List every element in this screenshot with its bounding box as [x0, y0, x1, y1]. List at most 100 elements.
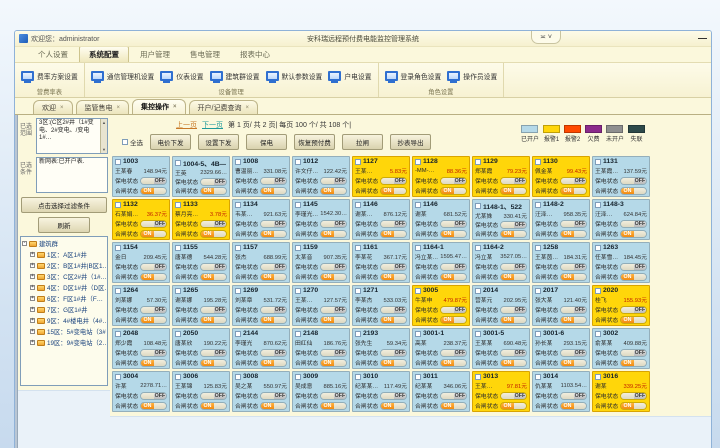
- switch-off-segment[interactable]: [214, 360, 227, 366]
- switch-off-segment[interactable]: [154, 317, 167, 323]
- tab-开户/记费查询[interactable]: 开户/记费查询×: [189, 100, 258, 114]
- room-card[interactable]: 3009 吴成意 885.16元 保电状态 OFF 合闸状态 ON: [292, 371, 350, 412]
- room-card[interactable]: 1127 王某… 5.83元 保电状态 OFF 合闸状态 ON: [352, 156, 410, 197]
- ribbon-button[interactable]: 登录角色设置: [385, 71, 442, 81]
- guarantee-off-segment[interactable]: OFF: [634, 264, 647, 270]
- guarantee-off-segment[interactable]: OFF: [574, 178, 587, 184]
- switch-off-segment[interactable]: [214, 403, 227, 409]
- guarantee-off-segment[interactable]: OFF: [214, 350, 227, 356]
- guarantee-on-segment[interactable]: [201, 393, 214, 399]
- next-page-link[interactable]: 下一页: [202, 120, 223, 130]
- switch-state-toggle[interactable]: ON: [320, 230, 347, 238]
- switch-on-segment[interactable]: ON: [201, 360, 214, 366]
- room-card[interactable]: 1012 许文仔… 122.42元 保电状态 OFF 合闸状态 ON: [292, 156, 350, 197]
- room-card[interactable]: 2050 唐某欣 190.22元 保电状态 OFF 合闸状态 ON: [172, 328, 230, 369]
- switch-state-toggle[interactable]: ON: [200, 187, 227, 195]
- card-checkbox[interactable]: [475, 288, 481, 294]
- switch-on-segment[interactable]: ON: [201, 274, 214, 280]
- switch-off-segment[interactable]: [514, 274, 527, 280]
- guarantee-on-segment[interactable]: [501, 350, 514, 356]
- guarantee-off-segment[interactable]: OFF: [574, 350, 587, 356]
- guarantee-on-segment[interactable]: [441, 221, 454, 227]
- switch-off-segment[interactable]: [154, 360, 167, 366]
- switch-off-segment[interactable]: [634, 188, 647, 194]
- power-guarantee-toggle[interactable]: OFF: [260, 306, 287, 314]
- switch-state-toggle[interactable]: ON: [560, 230, 587, 238]
- collapse-ribbon-icon[interactable]: ≍ ˅: [540, 33, 552, 41]
- guarantee-off-segment[interactable]: OFF: [334, 393, 347, 399]
- guarantee-off-segment[interactable]: OFF: [274, 264, 287, 270]
- power-guarantee-toggle[interactable]: OFF: [440, 349, 467, 357]
- guarantee-on-segment[interactable]: [201, 221, 214, 227]
- guarantee-on-segment[interactable]: [621, 393, 634, 399]
- switch-on-segment[interactable]: ON: [261, 231, 274, 237]
- room-card[interactable]: 1154 金日 209.45元 保电状态 OFF 合闸状态 ON: [112, 242, 170, 283]
- switch-on-segment[interactable]: ON: [381, 317, 394, 323]
- tab-欢迎[interactable]: 欢迎×: [33, 100, 73, 114]
- power-guarantee-toggle[interactable]: OFF: [140, 392, 167, 400]
- guarantee-on-segment[interactable]: [321, 264, 334, 270]
- menu-item-1[interactable]: 个人设置: [29, 47, 77, 62]
- switch-on-segment[interactable]: ON: [141, 231, 154, 237]
- room-card[interactable]: 2144 李瑾光 870.62元 保电状态 OFF 合闸状态 ON: [232, 328, 290, 369]
- card-checkbox[interactable]: [175, 374, 181, 380]
- tree-collapse-icon[interactable]: -: [22, 241, 27, 246]
- card-checkbox[interactable]: [295, 374, 301, 380]
- card-checkbox[interactable]: [295, 202, 301, 208]
- switch-on-segment[interactable]: ON: [261, 403, 274, 409]
- ribbon-collapse-control[interactable]: ≍ ˅: [531, 31, 561, 44]
- guarantee-on-segment[interactable]: [621, 307, 634, 313]
- switch-on-segment[interactable]: ON: [621, 274, 634, 280]
- room-card[interactable]: 1004-5、4B— 王英 2329.66… 保电状态 OFF 合闸状态 ON: [172, 156, 230, 197]
- switch-off-segment[interactable]: [154, 403, 167, 409]
- power-guarantee-toggle[interactable]: OFF: [440, 392, 467, 400]
- power-guarantee-toggle[interactable]: OFF: [200, 178, 227, 186]
- power-guarantee-toggle[interactable]: OFF: [620, 306, 647, 314]
- switch-on-segment[interactable]: ON: [141, 274, 154, 280]
- guarantee-off-segment[interactable]: OFF: [394, 264, 407, 270]
- switch-on-segment[interactable]: ON: [201, 317, 214, 323]
- power-guarantee-toggle[interactable]: OFF: [320, 220, 347, 228]
- guarantee-off-segment[interactable]: OFF: [274, 307, 287, 313]
- switch-on-segment[interactable]: ON: [621, 317, 634, 323]
- tree-item[interactable]: +3区：C区2#井（1#…: [22, 272, 106, 281]
- guarantee-off-segment[interactable]: OFF: [274, 178, 287, 184]
- power-guarantee-toggle[interactable]: OFF: [620, 392, 647, 400]
- switch-on-segment[interactable]: ON: [381, 231, 394, 237]
- switch-state-toggle[interactable]: ON: [140, 316, 167, 324]
- switch-state-toggle[interactable]: ON: [200, 402, 227, 410]
- switch-off-segment[interactable]: [334, 360, 347, 366]
- card-checkbox[interactable]: [595, 159, 601, 165]
- guarantee-on-segment[interactable]: [261, 264, 274, 270]
- switch-off-segment[interactable]: [454, 403, 467, 409]
- room-card[interactable]: 3005 牛某申 479.87元 保电状态 OFF 合闸状态 ON: [412, 285, 470, 326]
- switch-off-segment[interactable]: [214, 317, 227, 323]
- switch-off-segment[interactable]: [574, 188, 587, 194]
- switch-off-segment[interactable]: [154, 274, 167, 280]
- action-button[interactable]: 设置下发: [198, 134, 239, 150]
- switch-on-segment[interactable]: ON: [561, 188, 574, 194]
- switch-off-segment[interactable]: [634, 360, 647, 366]
- switch-on-segment[interactable]: ON: [321, 360, 334, 366]
- power-guarantee-toggle[interactable]: OFF: [200, 263, 227, 271]
- guarantee-off-segment[interactable]: OFF: [514, 307, 527, 313]
- prev-page-link[interactable]: 上一页: [176, 120, 197, 130]
- guarantee-off-segment[interactable]: OFF: [394, 307, 407, 313]
- switch-off-segment[interactable]: [274, 188, 287, 194]
- action-button[interactable]: 电价下发: [150, 134, 191, 150]
- guarantee-on-segment[interactable]: [141, 307, 154, 313]
- tree-root[interactable]: -建筑群: [22, 239, 106, 248]
- guarantee-off-segment[interactable]: OFF: [634, 393, 647, 399]
- guarantee-off-segment[interactable]: OFF: [514, 264, 527, 270]
- room-card[interactable]: 2014 营某元 202.95元 保电状态 OFF 合闸状态 ON: [472, 285, 530, 326]
- room-card[interactable]: 2048 郑少霞 108.48元 保电状态 OFF 合闸状态 ON: [112, 328, 170, 369]
- switch-state-toggle[interactable]: ON: [500, 402, 527, 410]
- switch-state-toggle[interactable]: ON: [560, 402, 587, 410]
- room-card[interactable]: 1148-3 汪泽… 624.84元 保电状态 OFF 合闸状态 ON: [592, 199, 650, 240]
- switch-state-toggle[interactable]: ON: [200, 230, 227, 238]
- action-button[interactable]: 拉闸: [342, 134, 383, 150]
- room-card[interactable]: 3001-6 孙长某 293.15元 保电状态 OFF 合闸状态 ON: [532, 328, 590, 369]
- guarantee-on-segment[interactable]: [201, 179, 214, 185]
- guarantee-on-segment[interactable]: [261, 393, 274, 399]
- card-checkbox[interactable]: [415, 202, 421, 208]
